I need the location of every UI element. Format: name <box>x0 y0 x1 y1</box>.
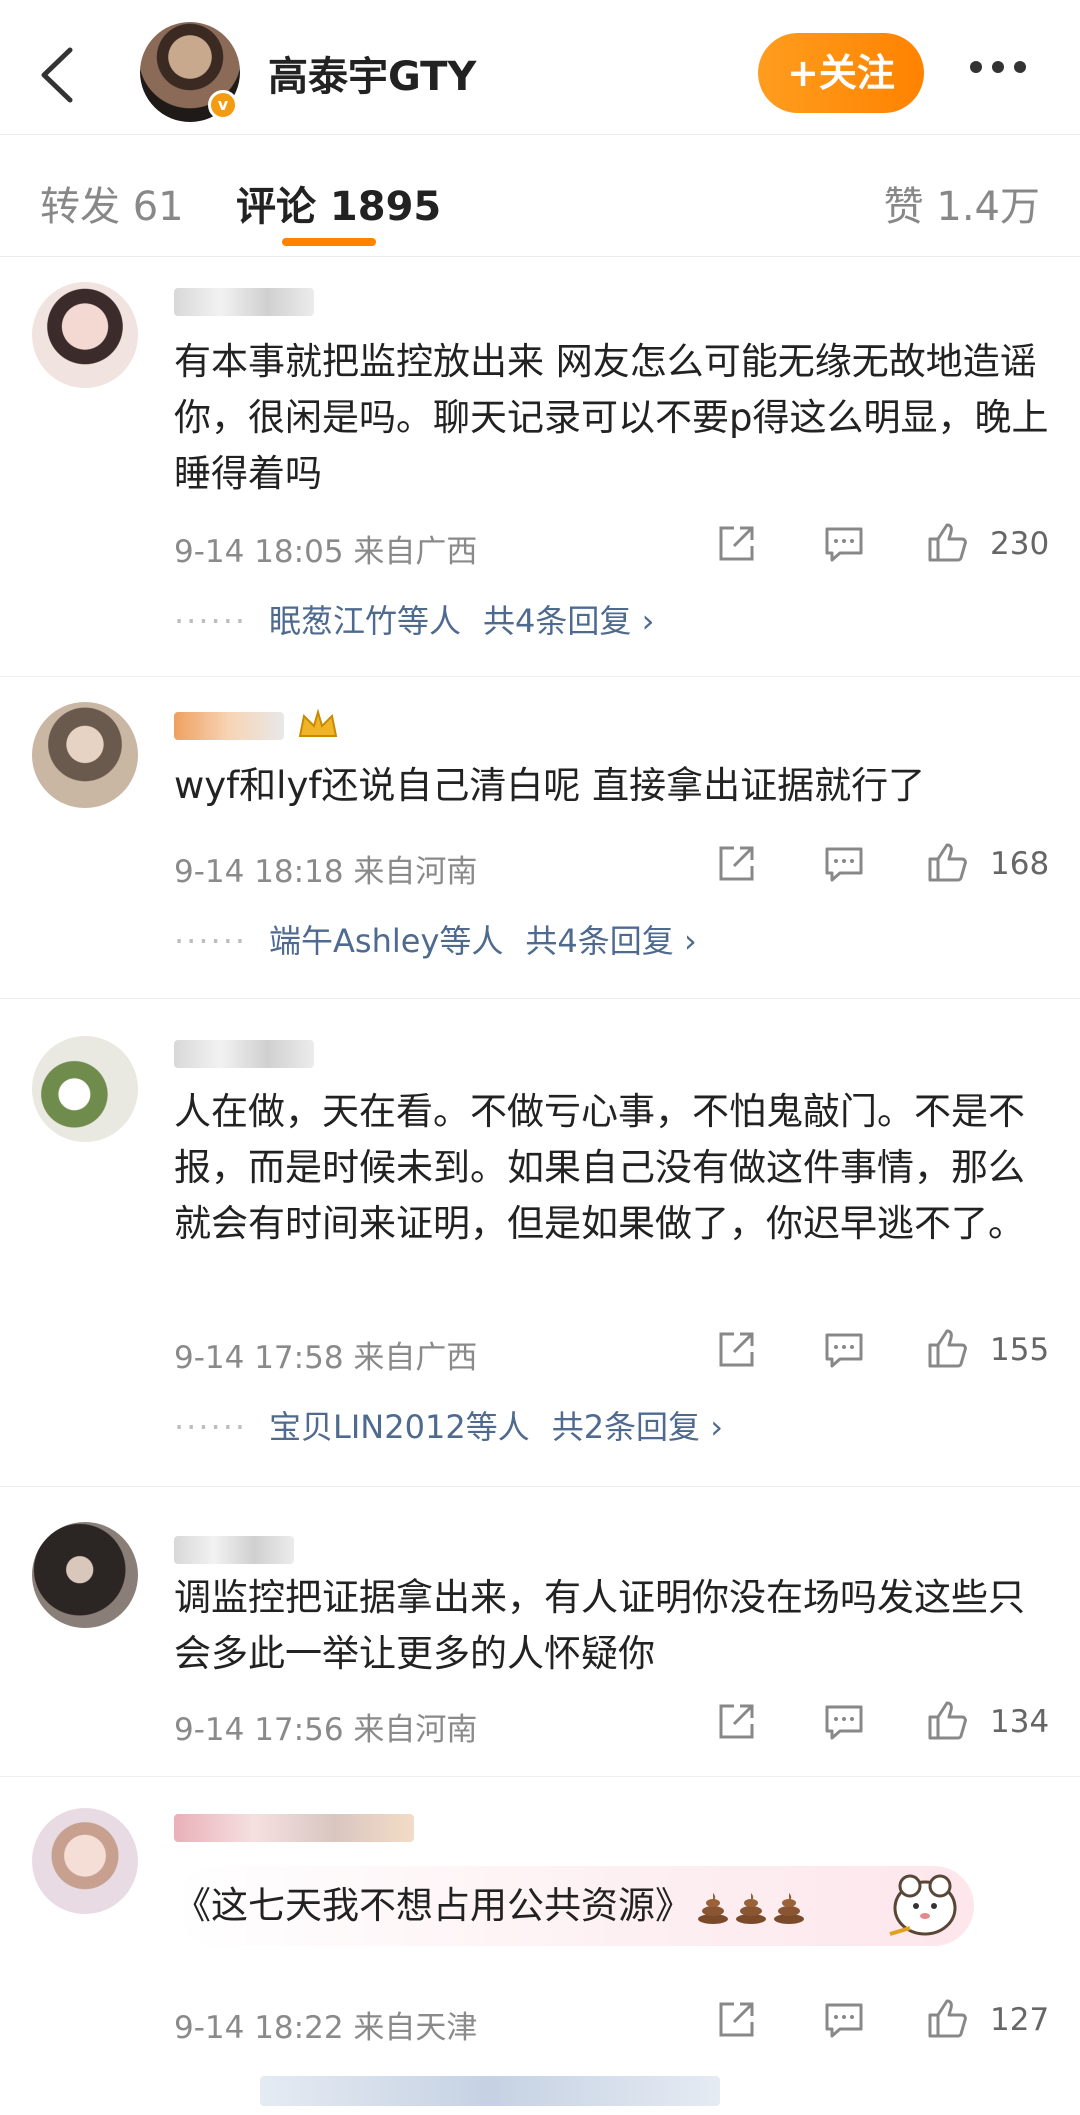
replies-link[interactable]: ······ 端午Ashley等人 共4条回复 › <box>174 916 697 962</box>
follow-button[interactable]: +关注 <box>758 33 924 113</box>
share-icon[interactable] <box>714 1700 758 1744</box>
active-tab-indicator <box>282 238 376 246</box>
comment-meta: 9-14 18:18 来自河南 <box>174 846 477 891</box>
commenter-avatar[interactable] <box>32 702 138 808</box>
comment-item: 人在做，天在看。不做亏心事，不怕鬼敲门。不是不报，而是时候未到。如果自己没有做这… <box>0 998 1080 1487</box>
more-options-icon[interactable] <box>970 58 1040 88</box>
comment-meta: 9-14 18:05 来自广西 <box>174 526 477 571</box>
reply-dots: ······ <box>174 1408 248 1446</box>
comment-text: 《这七天我不想占用公共资源》 <box>174 1884 692 1927</box>
comment-item: 有本事就把监控放出来 网友怎么可能无缘无故地造谣你，很闲是吗。聊天记录可以不要p… <box>0 256 1080 677</box>
reply-authors: 眠葱江竹等人 <box>269 602 462 640</box>
reply-authors: 宝贝LIN2012等人 <box>269 1408 530 1446</box>
commenter-name-blurred[interactable] <box>174 288 314 316</box>
comment-meta: 9-14 18:22 来自天津 <box>174 2002 477 2047</box>
commenter-name-blurred[interactable] <box>174 712 284 740</box>
comment-icon[interactable] <box>822 1328 866 1372</box>
reply-count: 共4条回复 › <box>483 602 655 640</box>
like-count: 230 <box>990 526 1050 562</box>
like-thumb-icon[interactable] <box>926 1996 970 2040</box>
comment-location: 来自天津 <box>353 2010 478 2046</box>
like-thumb-icon[interactable] <box>926 840 970 884</box>
comment-icon[interactable] <box>822 1700 866 1744</box>
comment-item: wyf和lyf还说自己清白呢 直接拿出证据就行了 9-14 18:18 来自河南… <box>0 676 1080 999</box>
like-thumb-icon[interactable] <box>926 1326 970 1370</box>
like-thumb-icon[interactable] <box>926 520 970 564</box>
poop-emoji-icon <box>698 1892 728 1924</box>
comment-text: wyf和lyf还说自己清白呢 直接拿出证据就行了 <box>174 764 926 807</box>
commenter-name-blurred[interactable] <box>174 1040 314 1068</box>
comment-location: 来自河南 <box>353 1712 478 1748</box>
commenter-avatar[interactable] <box>32 1522 138 1628</box>
tab-bar: 转发 61 评论 1895 赞 1.4万 <box>0 134 1080 257</box>
share-icon[interactable] <box>714 522 758 566</box>
share-icon[interactable] <box>714 1328 758 1372</box>
like-thumb-icon[interactable] <box>926 1698 970 1742</box>
cut-off-replies-link[interactable] <box>260 2076 720 2106</box>
verified-badge-icon: v <box>208 90 238 120</box>
share-icon[interactable] <box>714 1998 758 2042</box>
comment-location: 来自河南 <box>353 854 478 890</box>
poop-emoji-icon <box>736 1892 766 1924</box>
tab-reposts[interactable]: 转发 61 <box>40 174 184 232</box>
comment-meta: 9-14 17:56 来自河南 <box>174 1704 477 1749</box>
comment-item: 《这七天我不想占用公共资源》 9-14 18:22 来自天津 127 <box>0 1776 1080 2115</box>
cartoon-sticker-icon <box>889 1874 957 1936</box>
replies-link[interactable]: ······ 宝贝LIN2012等人 共2条回复 › <box>174 1402 723 1448</box>
reply-count: 共2条回复 › <box>551 1408 724 1446</box>
replies-link[interactable]: ······ 眠葱江竹等人 共4条回复 › <box>174 596 654 642</box>
like-count: 155 <box>990 1332 1050 1368</box>
comment-location: 来自广西 <box>353 534 478 570</box>
reply-dots: ······ <box>174 922 248 960</box>
like-count: 127 <box>990 2002 1050 2038</box>
commenter-avatar[interactable] <box>32 1036 138 1142</box>
tab-likes[interactable]: 赞 1.4万 <box>884 174 1040 232</box>
comment-meta: 9-14 17:58 来自广西 <box>174 1332 477 1377</box>
comment-text: 有本事就把监控放出来 网友怎么可能无缘无故地造谣你，很闲是吗。聊天记录可以不要p… <box>174 340 1049 495</box>
commenter-name-blurred[interactable] <box>174 1814 414 1842</box>
like-count: 168 <box>990 846 1050 882</box>
commenter-avatar[interactable] <box>32 282 138 388</box>
comment-time: 9-14 17:58 <box>174 1340 344 1376</box>
comment-text: 调监控把证据拿出来，有人证明你没在场吗发这些只会多此一举让更多的人怀疑你 <box>174 1576 1025 1675</box>
reply-authors: 端午Ashley等人 <box>269 922 504 960</box>
reply-count: 共4条回复 › <box>525 922 697 960</box>
poop-emoji-icon <box>774 1892 804 1924</box>
comment-time: 9-14 17:56 <box>174 1712 344 1748</box>
reply-dots: ······ <box>174 602 248 640</box>
account-name[interactable]: 高泰宇GTY <box>268 44 476 102</box>
back-arrow-icon[interactable] <box>28 40 88 110</box>
comment-location: 来自广西 <box>353 1340 478 1376</box>
comment-icon[interactable] <box>822 1998 866 2042</box>
comment-time: 9-14 18:18 <box>174 854 344 890</box>
top-bar: v 高泰宇GTY +关注 <box>0 0 1080 135</box>
comment-item: 调监控把证据拿出来，有人证明你没在场吗发这些只会多此一举让更多的人怀疑你 9-1… <box>0 1486 1080 1777</box>
comment-time: 9-14 18:22 <box>174 2010 344 2046</box>
crown-badge-icon <box>298 708 338 737</box>
tab-comments[interactable]: 评论 1895 <box>236 174 441 232</box>
like-count: 134 <box>990 1704 1050 1740</box>
comment-icon[interactable] <box>822 842 866 886</box>
comment-text: 人在做，天在看。不做亏心事，不怕鬼敲门。不是不报，而是时候未到。如果自己没有做这… <box>174 1090 1025 1245</box>
share-icon[interactable] <box>714 842 758 886</box>
commenter-name-blurred[interactable] <box>174 1536 294 1564</box>
commenter-avatar[interactable] <box>32 1808 138 1914</box>
comment-icon[interactable] <box>822 522 866 566</box>
comment-time: 9-14 18:05 <box>174 534 344 570</box>
